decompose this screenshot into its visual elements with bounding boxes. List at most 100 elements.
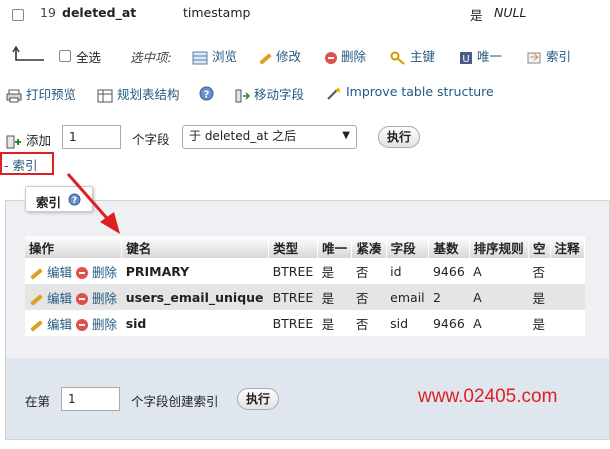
- index-column: sid: [386, 310, 429, 336]
- create-index-prefix: 在第: [25, 394, 51, 409]
- index-table: 操作 键名 类型 唯一 紧凑 字段 基数 排序规则 空 注释 编辑 删除 PRI…: [25, 236, 586, 336]
- svg-text:U: U: [462, 54, 469, 65]
- create-index-suffix: 个字段创建索引: [131, 394, 219, 409]
- bulk-primary-button[interactable]: 主键: [390, 46, 435, 65]
- index-packed: 否: [351, 284, 387, 310]
- add-column-icon: [6, 135, 21, 148]
- drop-index-link[interactable]: 删除: [75, 316, 117, 332]
- add-label: 添加: [25, 133, 51, 148]
- index-packed: 否: [351, 258, 387, 284]
- print-preview-label: 打印预览: [25, 87, 76, 102]
- row-checkbox[interactable]: [12, 9, 24, 21]
- row-actions: 编辑 删除: [25, 310, 122, 336]
- propose-structure-link[interactable]: 规划表结构: [97, 84, 180, 103]
- index-collation: A: [469, 310, 529, 336]
- index-comment: [550, 310, 585, 336]
- edit-index-link[interactable]: 编辑: [29, 317, 72, 332]
- index-comment: [550, 258, 585, 284]
- annotation-arrow: [66, 173, 120, 234]
- wand-icon: [327, 86, 341, 100]
- delete-icon: [75, 293, 88, 305]
- drop-label: 删除: [91, 290, 117, 306]
- bulk-change-label: 修改: [275, 49, 301, 64]
- bulk-unique-label: 唯一: [476, 49, 502, 64]
- pencil-icon: [29, 267, 43, 279]
- improve-structure-link[interactable]: Improve table structure: [326, 84, 494, 100]
- bulk-change-button[interactable]: 修改: [258, 46, 301, 65]
- edit-label: 编辑: [46, 290, 72, 306]
- index-type: BTREE: [268, 258, 318, 284]
- drop-label: 删除: [91, 316, 117, 332]
- pencil-icon: [29, 293, 43, 305]
- column-name: deleted_at: [62, 5, 137, 20]
- index-unique: 是: [317, 284, 352, 310]
- add-go-button[interactable]: 执行: [378, 126, 420, 148]
- column-null: 是: [470, 8, 483, 23]
- index-null: 是: [528, 284, 551, 310]
- print-preview-link[interactable]: 打印预览: [6, 84, 76, 103]
- move-columns-label: 移动字段: [253, 87, 304, 102]
- watermark-text: www.02405.com: [418, 386, 558, 407]
- key-icon: [390, 51, 405, 65]
- help-icon[interactable]: ?: [199, 86, 214, 101]
- index-keyname: sid: [121, 310, 269, 336]
- edit-index-link[interactable]: 编辑: [29, 291, 72, 306]
- chevron-down-icon: ▼: [342, 130, 350, 141]
- header-unique: 唯一: [317, 236, 353, 258]
- index-collation: A: [469, 258, 529, 284]
- move-columns-link[interactable]: 移动字段: [234, 84, 304, 103]
- bulk-drop-button[interactable]: 删除: [325, 46, 366, 65]
- create-index-count-input[interactable]: 1: [61, 387, 120, 411]
- edit-label: 编辑: [46, 316, 72, 332]
- index-keyname: users_email_unique: [121, 284, 269, 310]
- index-type: BTREE: [268, 284, 318, 310]
- header-comment: 注释: [550, 236, 586, 258]
- browse-icon: [192, 51, 208, 64]
- index-unique: 是: [317, 258, 352, 284]
- row-actions: 编辑 删除: [25, 284, 122, 310]
- header-cardinality: 基数: [428, 236, 470, 258]
- bulk-drop-label: 删除: [340, 49, 366, 64]
- edit-index-link[interactable]: 编辑: [29, 265, 72, 280]
- bulk-browse-label: 浏览: [211, 49, 237, 64]
- drop-index-link[interactable]: 删除: [75, 290, 117, 306]
- bulk-index-button[interactable]: 索引: [526, 46, 571, 65]
- drop-label: 删除: [91, 264, 117, 280]
- index-comment: [550, 284, 585, 310]
- column-default: NULL: [494, 5, 527, 20]
- pencil-icon: [29, 319, 43, 331]
- propose-structure-label: 规划表结构: [116, 87, 180, 102]
- index-unique: 是: [317, 310, 352, 336]
- edit-label: 编辑: [46, 264, 72, 280]
- delete-icon: [75, 267, 88, 279]
- printer-icon: [6, 89, 22, 102]
- index-type: BTREE: [268, 310, 318, 336]
- select-all-label[interactable]: 全选: [76, 47, 101, 66]
- create-index-go-button[interactable]: 执行: [237, 388, 279, 410]
- index-row: 编辑 删除 users_email_unique BTREE 是 否 email…: [25, 284, 585, 310]
- add-count-input[interactable]: 1: [62, 125, 121, 149]
- add-position-value: 于 deleted_at 之后: [189, 129, 297, 143]
- bulk-browse-button[interactable]: 浏览: [192, 46, 237, 65]
- index-keyname: PRIMARY: [121, 258, 269, 284]
- delete-icon: [325, 51, 337, 64]
- index-column: email: [386, 284, 429, 310]
- index-cardinality: 9466: [428, 258, 470, 284]
- bulk-unique-button[interactable]: U 唯一: [459, 46, 502, 65]
- add-columns-label-group: 添加: [6, 130, 51, 149]
- index-toggle-link[interactable]: - 索引: [4, 155, 37, 174]
- index-cardinality: 9466: [428, 310, 470, 336]
- add-position-select[interactable]: 于 deleted_at 之后 ▼: [182, 125, 357, 149]
- header-type: 类型: [268, 236, 319, 258]
- index-null: 否: [528, 258, 551, 284]
- index-icon: [527, 52, 541, 63]
- select-all-checkbox[interactable]: [59, 50, 71, 62]
- bulk-index-label: 索引: [545, 49, 571, 64]
- select-arrow-icon: [12, 46, 44, 61]
- header-packed: 紧凑: [351, 236, 387, 258]
- column-type: timestamp: [183, 5, 251, 20]
- delete-icon: [75, 319, 88, 331]
- header-keyname[interactable]: 键名: [121, 236, 270, 258]
- move-columns-icon: [235, 89, 250, 102]
- drop-index-link[interactable]: 删除: [75, 264, 117, 280]
